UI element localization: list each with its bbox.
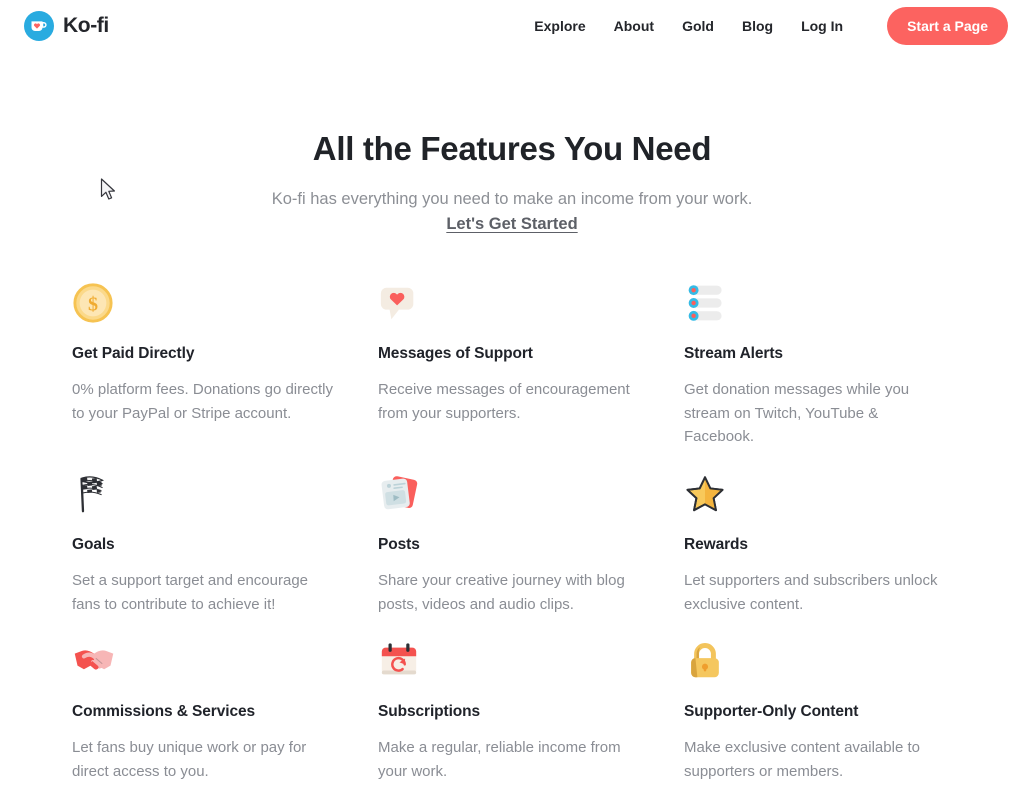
feature-card: Messages of Support Receive messages of … [378, 280, 662, 449]
nav-link-log-in[interactable]: Log In [801, 18, 843, 34]
main-navigation: Explore About Gold Blog Log In Start a P… [534, 7, 1008, 45]
feature-card: Rewards Let supporters and subscribers u… [684, 471, 968, 616]
feature-description: Let supporters and subscribers unlock ex… [684, 572, 938, 613]
nav-link-gold[interactable]: Gold [682, 18, 714, 34]
feature-card: Posts Share your creative journey with b… [378, 471, 662, 616]
feature-card: Commissions & Services Let fans buy uniq… [72, 638, 356, 783]
svg-text:$: $ [88, 294, 98, 316]
stream-alert-notifications-icon [684, 280, 730, 326]
recurring-calendar-icon [378, 638, 424, 684]
nav-link-about[interactable]: About [614, 18, 654, 34]
kofi-cup-logo-icon [24, 11, 54, 41]
feature-title: Stream Alerts [684, 345, 783, 362]
feature-card: Goals Set a support target and encourage… [72, 471, 356, 616]
site-header: Ko-fi Explore About Gold Blog Log In Sta… [0, 0, 1024, 52]
lets-get-started-link[interactable]: Let's Get Started [446, 215, 577, 234]
feature-title: Supporter-Only Content [684, 703, 859, 721]
feature-title: Get Paid Directly [72, 345, 195, 362]
feature-description: Get donation messages while you stream o… [684, 381, 910, 446]
feature-description: Share your creative journey with blog po… [378, 572, 625, 613]
feature-title: Goals [72, 536, 115, 554]
feature-description: 0% platform fees. Donations go directly … [72, 381, 333, 422]
media-post-card-icon [378, 471, 424, 517]
gold-coin-dollar-icon: $ [72, 280, 118, 326]
hero-subtitle: Ko-fi has everything you need to make an… [271, 190, 753, 208]
feature-card: Supporter-Only Content Make exclusive co… [684, 638, 968, 783]
feature-title: Subscriptions [378, 703, 481, 721]
feature-title: Posts [378, 536, 420, 554]
handshake-icon [72, 638, 118, 684]
feature-title: Messages of Support [378, 345, 533, 362]
gold-padlock-icon [684, 638, 730, 684]
feature-description: Let fans buy unique work or pay for dire… [72, 739, 307, 781]
feature-title: Rewards [684, 536, 748, 554]
page-title: All the Features You Need [312, 130, 712, 167]
feature-card: Stream Alerts Get donation messages whil… [684, 280, 968, 449]
gold-star-icon [684, 471, 730, 517]
feature-description: Set a support target and encourage fans … [72, 572, 309, 613]
feature-card: $ Get Paid Directly 0% platform fees. Do… [72, 280, 356, 449]
nav-link-explore[interactable]: Explore [534, 18, 585, 34]
feature-description: Make a regular, reliable income from you… [378, 739, 621, 781]
nav-link-blog[interactable]: Blog [742, 18, 773, 34]
heart-speech-bubble-icon [378, 280, 424, 326]
start-a-page-button[interactable]: Start a Page [887, 7, 1008, 45]
brand-logo[interactable]: Ko-fi [24, 11, 109, 41]
feature-title: Commissions & Services [72, 703, 256, 721]
checkered-flag-icon [72, 471, 118, 517]
feature-description: Receive messages of encouragement from y… [378, 381, 630, 422]
brand-name: Ko-fi [63, 14, 109, 37]
feature-description: Make exclusive content available to supp… [684, 739, 920, 781]
feature-card: Subscriptions Make a regular, reliable i… [378, 638, 662, 783]
hero-section: All the Features You Need Ko-fi has ever… [0, 52, 1024, 234]
features-grid: $ Get Paid Directly 0% platform fees. Do… [0, 280, 1024, 784]
